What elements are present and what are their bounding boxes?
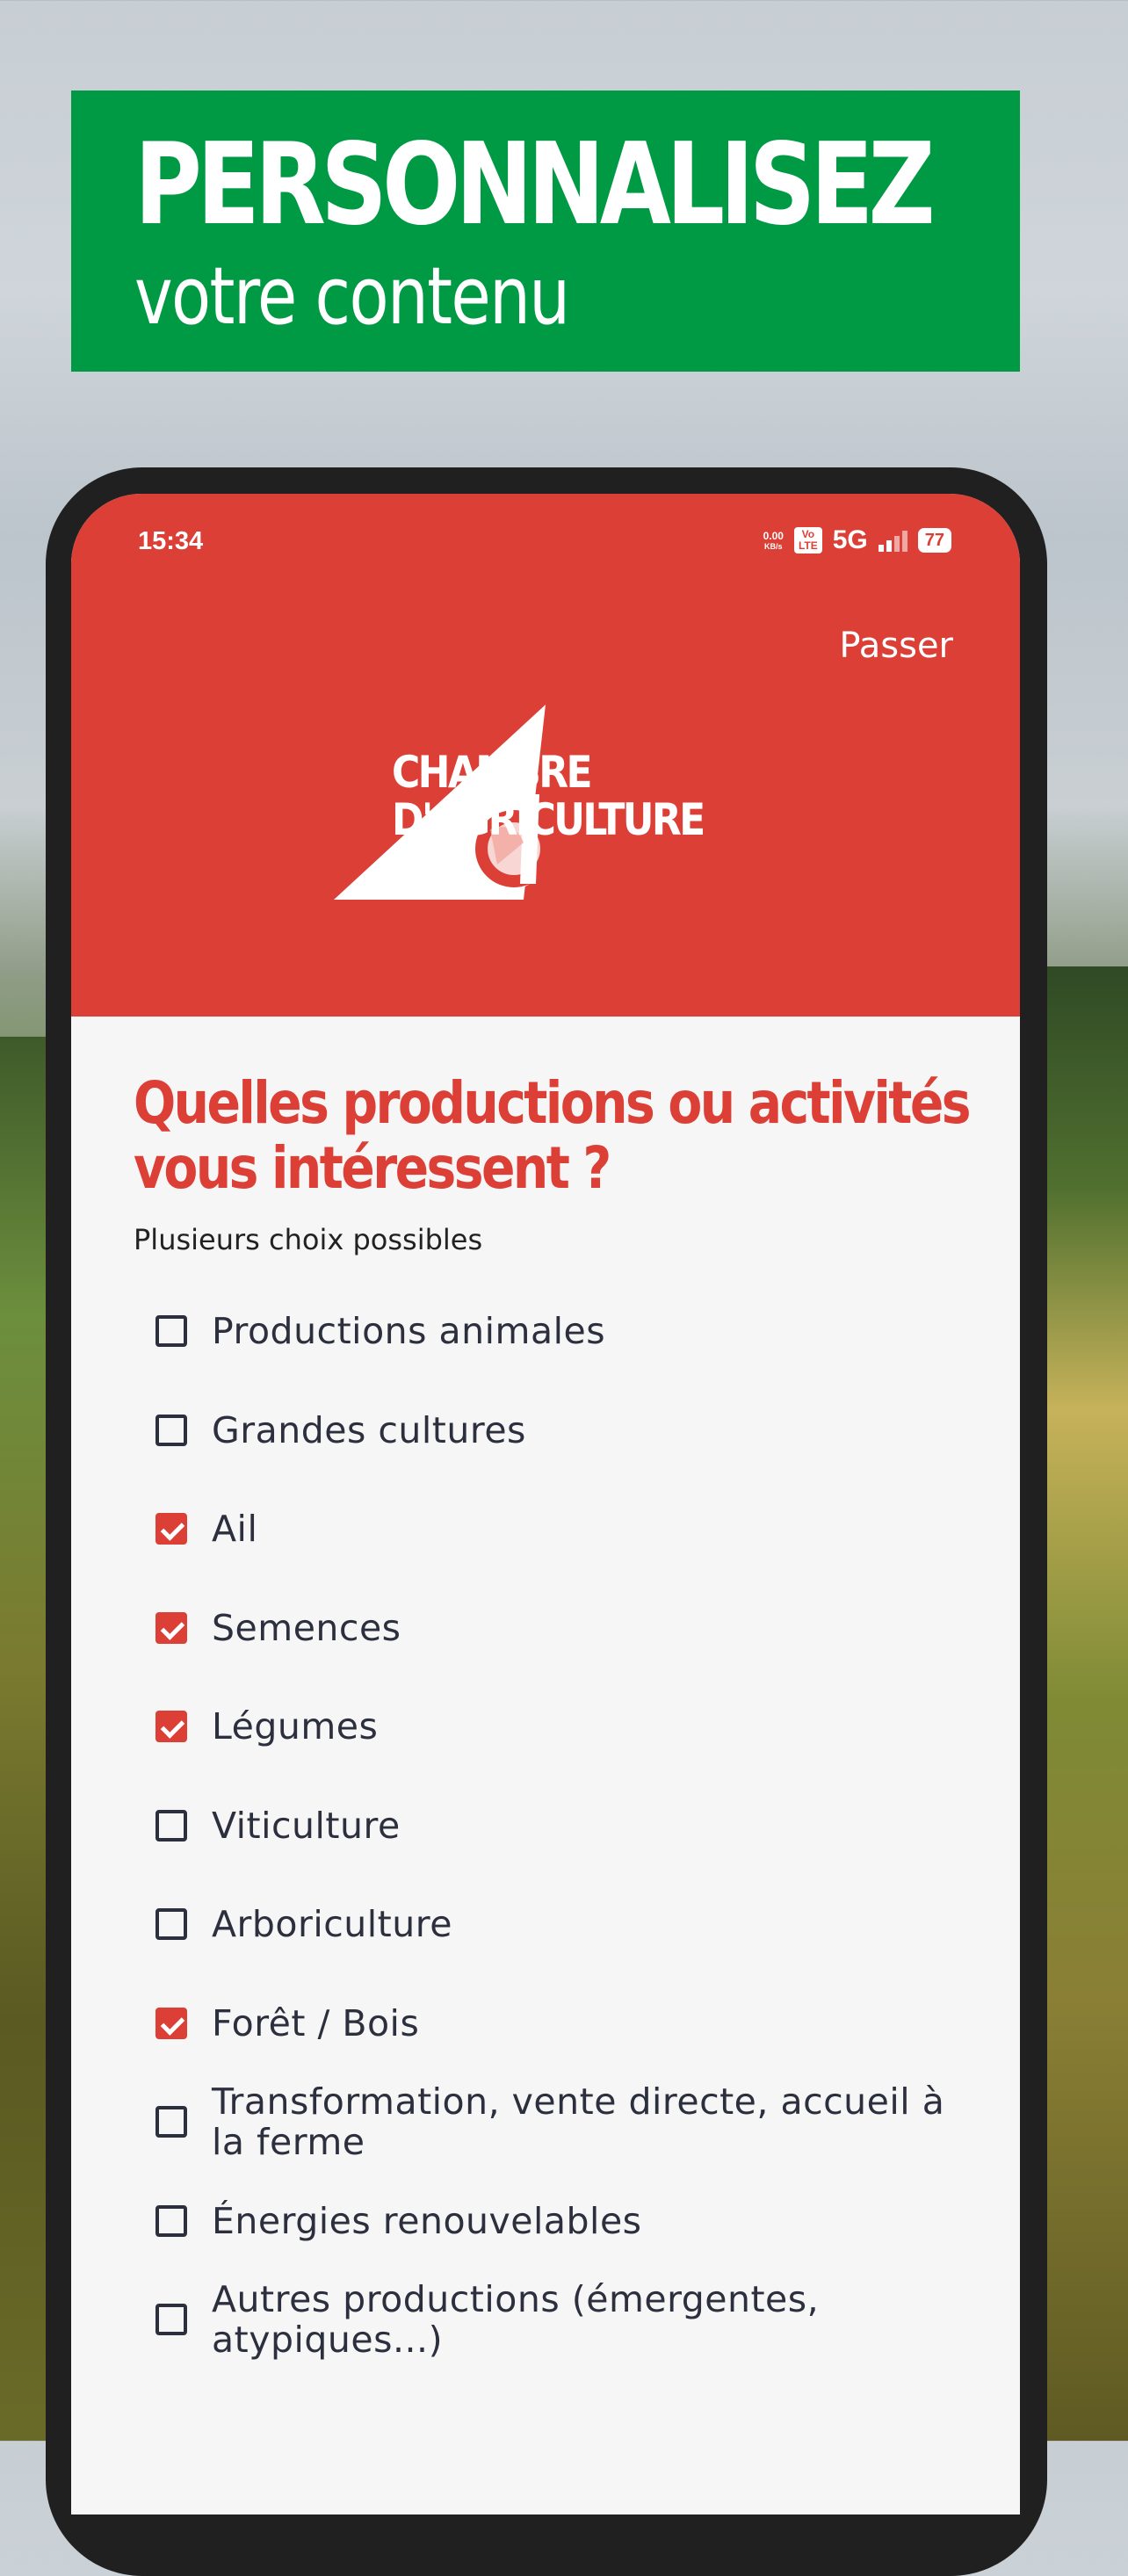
skip-button[interactable]: Passer	[839, 626, 953, 666]
question-hint: Plusieurs choix possibles	[134, 1223, 483, 1256]
option-label: Énergies renouvelables	[212, 2200, 642, 2242]
option-label: Légumes	[212, 1705, 379, 1747]
checkbox[interactable]	[155, 2106, 187, 2138]
checkbox[interactable]	[155, 1513, 187, 1545]
option-label: Productions animales	[212, 1310, 606, 1352]
checkbox[interactable]	[155, 2205, 187, 2237]
option-arboriculture[interactable]: Arboriculture	[155, 1904, 990, 1944]
option-label: Grandes cultures	[212, 1409, 526, 1451]
option-semences[interactable]: Semences	[155, 1608, 990, 1648]
network-type: 5G	[832, 525, 868, 554]
phone-screen: 15:34 0.00 KB/s Vo LTE 5G 77 Passer CHAM…	[71, 494, 1020, 2514]
logo-line-3: TARN	[392, 843, 457, 874]
checkbox[interactable]	[155, 2304, 187, 2335]
option-viticulture[interactable]: Viticulture	[155, 1805, 990, 1846]
option-ail[interactable]: Ail	[155, 1509, 990, 1549]
netspeed-indicator: 0.00 KB/s	[763, 529, 784, 551]
checkbox[interactable]	[155, 1315, 187, 1347]
checkbox[interactable]	[155, 1810, 187, 1842]
checkbox[interactable]	[155, 1612, 187, 1644]
option-transformation[interactable]: Transformation, vente directe, accueil à…	[155, 2081, 990, 2162]
logo-wordmark: CHAMBRE D'AGRICULTURE TARN	[392, 749, 746, 875]
checkbox[interactable]	[155, 1908, 187, 1940]
volte-bottom: LTE	[798, 539, 818, 552]
netspeed-value: 0.00	[763, 529, 784, 542]
signal-icon	[878, 529, 907, 552]
battery-icon: 77	[917, 528, 951, 553]
option-label: Forêt / Bois	[212, 2002, 420, 2044]
option-label: Viticulture	[212, 1805, 401, 1847]
option-legumes[interactable]: Légumes	[155, 1706, 990, 1747]
option-label: Semences	[212, 1607, 401, 1649]
banner-title: PERSONNALISEZ	[134, 119, 936, 250]
option-productions-animales[interactable]: Productions animales	[155, 1311, 990, 1351]
option-energies-renouvelables[interactable]: Énergies renouvelables	[155, 2201, 990, 2241]
checkbox[interactable]	[155, 1711, 187, 1742]
option-label: Transformation, vente directe, accueil à…	[212, 2080, 945, 2163]
status-time: 15:34	[138, 527, 204, 555]
option-label: Arboriculture	[212, 1903, 452, 1945]
promo-banner: PERSONNALISEZ votre contenu	[71, 90, 1020, 372]
option-label: Ail	[212, 1508, 258, 1550]
option-foret-bois[interactable]: Forêt / Bois	[155, 2003, 990, 2044]
option-label: Autres productions (émergentes, atypique…	[212, 2278, 820, 2361]
option-grandes-cultures[interactable]: Grandes cultures	[155, 1410, 990, 1451]
banner-subtitle: votre contenu	[134, 250, 570, 343]
app-header: 15:34 0.00 KB/s Vo LTE 5G 77 Passer CHAM…	[71, 494, 1020, 1017]
option-autres-productions[interactable]: Autres productions (émergentes, atypique…	[155, 2279, 990, 2360]
logo-line-1: CHAMBRE	[392, 747, 593, 798]
volte-icon: Vo LTE	[793, 527, 822, 554]
question-title: Quelles productions ou activités vous in…	[134, 1069, 972, 1202]
status-icons: 0.00 KB/s Vo LTE 5G 77	[763, 525, 951, 555]
checkbox[interactable]	[155, 2008, 187, 2039]
netspeed-unit: KB/s	[764, 541, 783, 551]
logo-line-2: D'AGRICULTURE	[392, 794, 705, 845]
checkbox[interactable]	[155, 1415, 187, 1446]
